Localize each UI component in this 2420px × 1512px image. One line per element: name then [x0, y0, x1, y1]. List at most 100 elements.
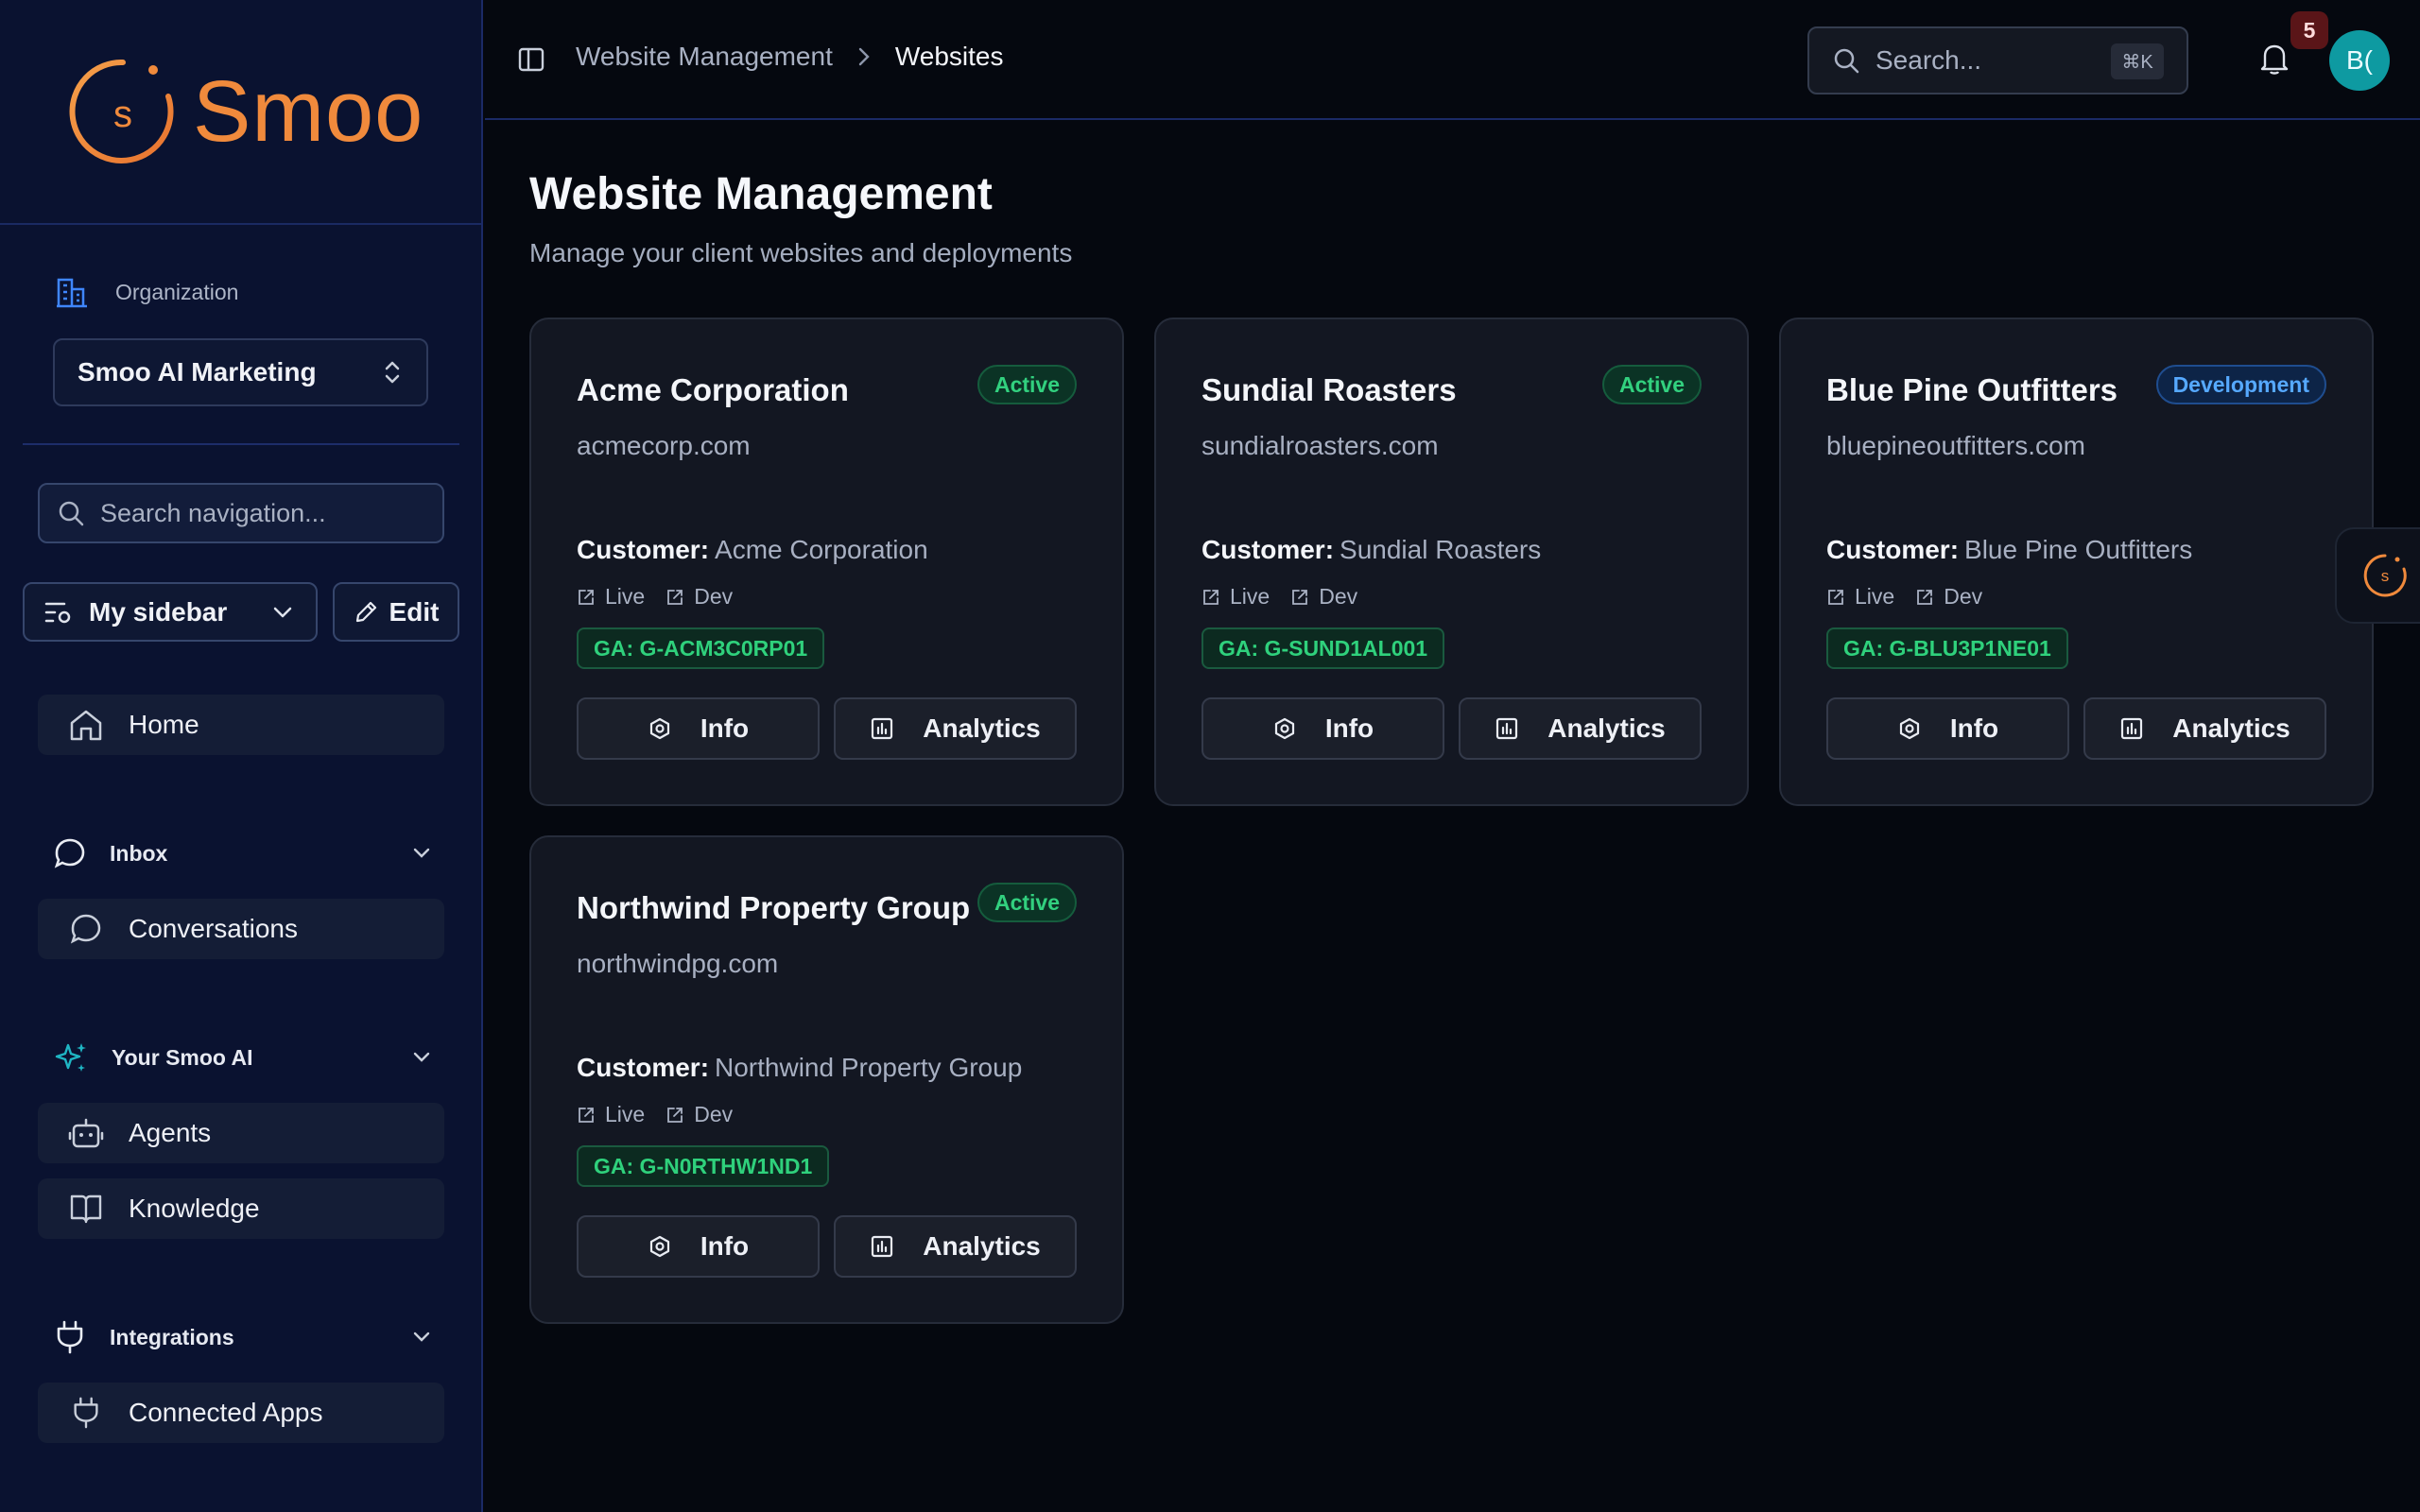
- sidebar-item-agents[interactable]: Agents: [38, 1103, 444, 1163]
- website-domain: northwindpg.com: [577, 949, 779, 978]
- live-link[interactable]: Live: [577, 1102, 645, 1127]
- website-name: Northwind Property Group: [577, 890, 971, 925]
- live-link[interactable]: Live: [1826, 584, 1894, 610]
- organization-label-row: Organization: [55, 276, 238, 308]
- settings-hex-icon: [649, 717, 669, 740]
- smoo-logo-icon: s: [2363, 554, 2407, 597]
- page-title: Website Management: [529, 169, 993, 219]
- customer-name: Acme Corporation: [715, 535, 928, 564]
- search-shortcut-hint: ⌘K: [2111, 43, 2164, 79]
- settings-hex-icon: [1899, 717, 1919, 740]
- ga-tracking-badge: GA: G-N0RTHW1ND1: [577, 1145, 830, 1187]
- robot-icon: [68, 1118, 104, 1148]
- user-avatar[interactable]: B(: [2329, 30, 2390, 91]
- customer-line: Customer: Acme Corporation: [577, 535, 928, 565]
- website-domain: bluepineoutfitters.com: [1826, 431, 2085, 460]
- dev-link[interactable]: Dev: [666, 584, 733, 610]
- analytics-button[interactable]: Analytics: [834, 697, 1077, 760]
- status-badge: Active: [1601, 365, 1702, 404]
- brand-name: Smoo: [193, 62, 424, 160]
- sidebar-view-label: My sidebar: [89, 596, 228, 627]
- website-name: Blue Pine Outfitters: [1826, 372, 2118, 407]
- edit-label: Edit: [389, 596, 440, 627]
- sliders-icon: [44, 602, 71, 623]
- brand-logo[interactable]: s Smoo: [0, 0, 481, 225]
- bar-chart-icon: [2121, 717, 2143, 740]
- customer-name: Blue Pine Outfitters: [1964, 535, 2193, 564]
- customer-line: Customer: Sundial Roasters: [1201, 535, 1541, 565]
- sidebar-item-label: Connected Apps: [129, 1398, 323, 1427]
- external-link-icon: [667, 589, 683, 605]
- environment-links: Live Dev: [577, 584, 746, 610]
- customer-label: Customer:: [577, 535, 710, 564]
- website-name: Acme Corporation: [577, 372, 849, 407]
- ga-tracking-badge: GA: G-BLU3P1NE01: [1826, 627, 2068, 669]
- sidebar-item-conversations[interactable]: Conversations: [38, 899, 444, 959]
- chevron-up-down-icon: [385, 361, 400, 384]
- analytics-button[interactable]: Analytics: [2083, 697, 2326, 760]
- external-link-icon: [667, 1107, 683, 1123]
- global-search[interactable]: ⌘K: [1807, 26, 2188, 94]
- ga-tracking-badge: GA: G-SUND1AL001: [1201, 627, 1445, 669]
- search-icon: [1834, 48, 1859, 74]
- chevron-down-icon: [273, 607, 292, 617]
- chat-icon: [54, 838, 85, 868]
- sidebar-item-home[interactable]: Home: [38, 695, 444, 755]
- pencil-icon: [355, 601, 376, 622]
- dev-link[interactable]: Dev: [666, 1102, 733, 1127]
- organization-selected-value: Smoo AI Marketing: [78, 357, 317, 387]
- navigation-search-input[interactable]: [100, 498, 422, 528]
- sidebar-item-label: Agents: [129, 1118, 212, 1147]
- website-name: Sundial Roasters: [1201, 372, 1457, 407]
- assistant-launcher-button[interactable]: s: [2335, 527, 2420, 624]
- sidebar-item-label: Conversations: [129, 914, 298, 943]
- status-badge: Active: [977, 365, 1077, 404]
- sidebar-toggle-button[interactable]: [517, 45, 545, 74]
- live-link[interactable]: Live: [1201, 584, 1270, 610]
- sidebar-item-label: Home: [129, 710, 199, 739]
- sidebar-view-select[interactable]: My sidebar: [23, 582, 318, 642]
- live-link[interactable]: Live: [577, 584, 645, 610]
- dev-link[interactable]: Dev: [1915, 584, 1982, 610]
- info-button[interactable]: Info: [1826, 697, 2069, 760]
- section-your-smoo-ai[interactable]: Your Smoo AI: [53, 1039, 431, 1076]
- notifications-button[interactable]: [2258, 42, 2290, 76]
- analytics-button[interactable]: Analytics: [1459, 697, 1702, 760]
- bell-icon: [2260, 44, 2289, 75]
- external-link-icon: [1203, 589, 1219, 605]
- sidebar-item-connected-apps[interactable]: Connected Apps: [38, 1383, 444, 1443]
- navigation-search[interactable]: [38, 483, 444, 543]
- svg-text:s: s: [2381, 567, 2390, 585]
- environment-links: Live Dev: [1826, 584, 1996, 610]
- smoo-logo-icon: s: [69, 59, 174, 163]
- breadcrumb-item-websites: Websites: [894, 42, 1004, 71]
- section-label: Inbox: [110, 840, 168, 866]
- website-card: Sundial Roasters Active sundialroasters.…: [1154, 318, 1749, 806]
- section-inbox[interactable]: Inbox: [53, 834, 431, 872]
- organization-select[interactable]: Smoo AI Marketing: [53, 338, 428, 406]
- home-icon: [70, 710, 102, 741]
- dev-link[interactable]: Dev: [1290, 584, 1357, 610]
- book-icon: [70, 1194, 102, 1224]
- search-icon: [59, 501, 84, 526]
- bar-chart-icon: [1496, 717, 1518, 740]
- edit-sidebar-button[interactable]: Edit: [333, 582, 459, 642]
- building-icon: [57, 278, 87, 308]
- chevron-down-icon: [413, 1052, 430, 1062]
- info-button[interactable]: Info: [577, 1215, 820, 1278]
- analytics-button[interactable]: Analytics: [834, 1215, 1077, 1278]
- website-card: Blue Pine Outfitters Development bluepin…: [1779, 318, 2374, 806]
- sidebar-item-label: Knowledge: [129, 1194, 260, 1223]
- info-button[interactable]: Info: [1201, 697, 1444, 760]
- chevron-right-icon: [858, 47, 870, 66]
- sidebar-item-knowledge[interactable]: Knowledge: [38, 1178, 444, 1239]
- section-integrations[interactable]: Integrations: [53, 1318, 431, 1356]
- info-button[interactable]: Info: [577, 697, 820, 760]
- plug-icon: [57, 1320, 83, 1354]
- status-badge: Active: [977, 883, 1077, 922]
- page-subtitle: Manage your client websites and deployme…: [529, 238, 1073, 267]
- external-link-icon: [1828, 589, 1843, 605]
- breadcrumb: Website Management Websites: [576, 42, 1004, 72]
- global-search-input[interactable]: [1876, 45, 2112, 76]
- breadcrumb-item-website-management[interactable]: Website Management: [576, 42, 833, 72]
